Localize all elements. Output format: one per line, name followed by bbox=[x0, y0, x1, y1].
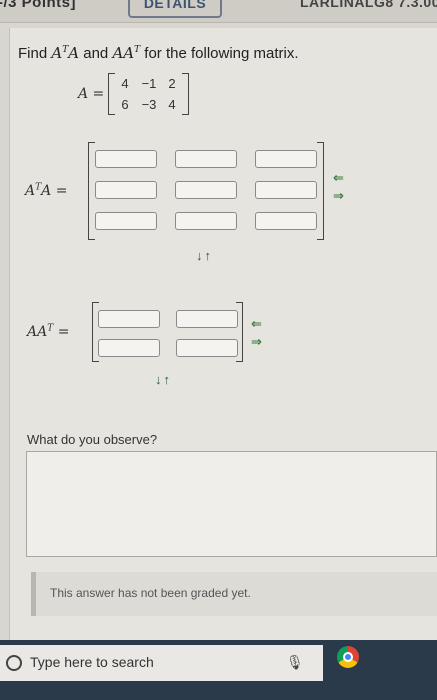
ata-label-tail: A = bbox=[41, 183, 68, 199]
prompt-tail: for the following matrix. bbox=[144, 45, 299, 62]
matrix-a-cell: 4 bbox=[121, 76, 129, 91]
matrix-a-cell: 4 bbox=[168, 97, 176, 112]
aat-label-tail: = bbox=[53, 324, 70, 340]
arrow-right-icon[interactable]: ⇒ bbox=[333, 189, 344, 202]
ata-label-a: A bbox=[25, 183, 36, 199]
points-label: -/3 Points] bbox=[0, 0, 77, 11]
arrow-left-icon[interactable]: ⇐ bbox=[251, 317, 262, 330]
ata-entry-r1-c1[interactable] bbox=[95, 150, 157, 168]
matrix-a-cell: −3 bbox=[141, 97, 157, 112]
microphone-icon[interactable]: 🎙︎ bbox=[286, 654, 304, 671]
aat-entry-r2-c2[interactable] bbox=[176, 339, 238, 357]
prompt-ata-a1: A bbox=[51, 44, 63, 62]
ata-entry-r3-c1[interactable] bbox=[95, 212, 157, 230]
details-button[interactable]: DETAILS bbox=[128, 0, 222, 18]
ata-entry-r3-c3[interactable] bbox=[255, 212, 317, 230]
prompt-aat-sup: T bbox=[134, 45, 141, 55]
prompt-find: Find bbox=[18, 45, 48, 62]
matrix-a-cell: −1 bbox=[141, 76, 157, 91]
ata-entry-r2-c2[interactable] bbox=[175, 181, 237, 199]
matrix-a-cell: 6 bbox=[121, 97, 129, 112]
taskbar-search-placeholder: Type here to search bbox=[30, 654, 154, 670]
aat-label: AAT = bbox=[27, 323, 69, 340]
os-taskbar: Type here to search 🎙︎ bbox=[0, 640, 437, 700]
observe-question: What do you observe? bbox=[27, 432, 158, 447]
matrix-a-cell: 2 bbox=[168, 76, 176, 91]
aat-entry-r1-c2[interactable] bbox=[176, 310, 238, 328]
prompt-ata-a2: A bbox=[68, 44, 80, 62]
ata-entry-r3-c2[interactable] bbox=[175, 212, 237, 230]
matrix-a-bracket-right bbox=[182, 73, 189, 115]
prompt-and: and bbox=[83, 45, 109, 62]
ata-entry-r2-c3[interactable] bbox=[255, 181, 317, 199]
observe-answer-field[interactable] bbox=[26, 451, 437, 557]
graded-notice-text: This answer has not been graded yet. bbox=[50, 586, 251, 600]
taskbar-search-input[interactable]: Type here to search 🎙︎ bbox=[0, 645, 323, 681]
aat-label-aa: AA bbox=[27, 324, 48, 340]
arrow-left-icon[interactable]: ⇐ bbox=[333, 171, 344, 184]
arrow-down-up-icon[interactable]: ↓↑ bbox=[196, 249, 213, 262]
top-header: -/3 Points] DETAILS LARLINALG8 7.3.008. bbox=[0, 0, 437, 23]
ata-label: ATA = bbox=[25, 182, 67, 199]
ata-entry-r1-c3[interactable] bbox=[255, 150, 317, 168]
aat-entry-r2-c1[interactable] bbox=[98, 339, 160, 357]
graded-notice: This answer has not been graded yet. bbox=[31, 572, 437, 616]
ata-bracket-right bbox=[317, 142, 324, 240]
ata-bracket-left bbox=[88, 142, 95, 240]
prompt-aat: AA bbox=[112, 44, 135, 62]
problem-reference: LARLINALG8 7.3.008. bbox=[300, 0, 437, 10]
aat-entry-r1-c1[interactable] bbox=[98, 310, 160, 328]
arrow-down-up-icon[interactable]: ↓↑ bbox=[155, 373, 172, 386]
matrix-a-label-text: A = bbox=[78, 86, 105, 102]
matrix-a-label: A = bbox=[78, 85, 104, 102]
ata-entry-r2-c1[interactable] bbox=[95, 181, 157, 199]
chrome-icon[interactable] bbox=[337, 646, 359, 668]
ata-entry-r1-c2[interactable] bbox=[175, 150, 237, 168]
arrow-right-icon[interactable]: ⇒ bbox=[251, 335, 262, 348]
problem-prompt: Find ATA and AAT for the following matri… bbox=[18, 44, 299, 62]
search-icon bbox=[6, 655, 22, 671]
